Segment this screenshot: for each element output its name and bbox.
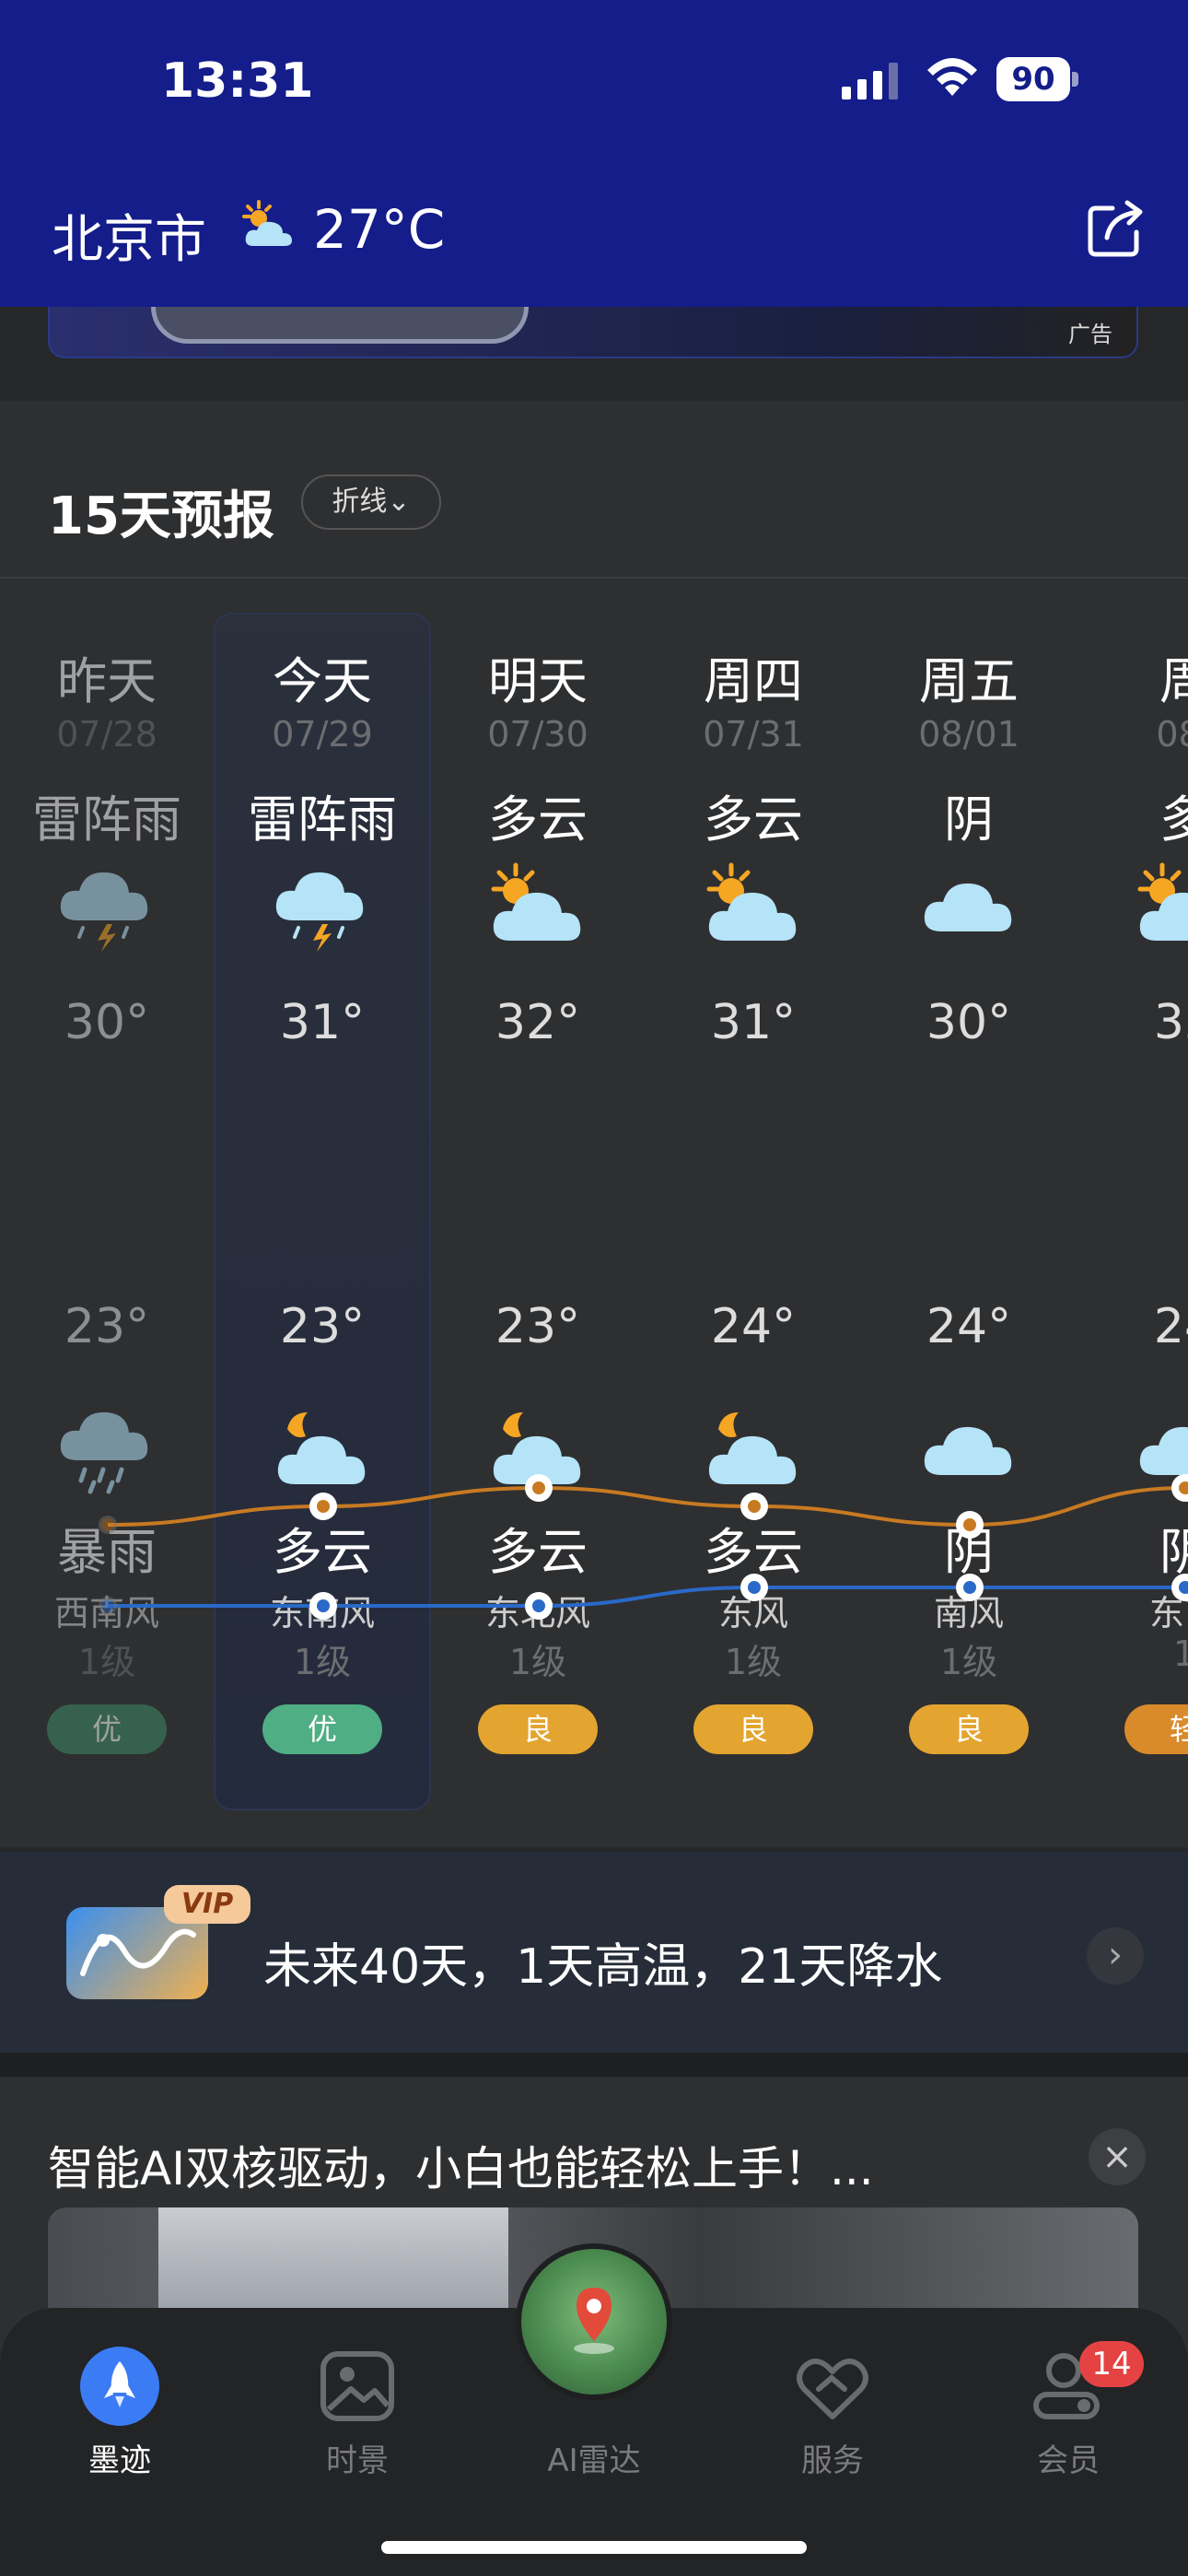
air-quality-badge: 优 [47, 1704, 167, 1754]
high-temperature: 30° [926, 995, 1012, 1050]
tab-moji[interactable]: 墨迹 [28, 2345, 212, 2480]
day-condition: 阴 [944, 790, 994, 849]
air-quality-badge: 良 [693, 1704, 813, 1754]
thunderstorm-icon [275, 872, 364, 952]
partly-cloudy-icon [491, 862, 581, 941]
low-temp-line [108, 1586, 1185, 1608]
ad-banner-strip[interactable]: 广告 [48, 307, 1138, 358]
high-temperature: 30° [64, 995, 150, 1050]
chevron-right-icon[interactable]: › [1087, 1927, 1144, 1985]
partly-cloudy-icon [706, 862, 797, 941]
day-date: 08/01 [918, 714, 1019, 755]
day-date: 07/30 [487, 714, 588, 755]
air-quality-badge: 轻 [1124, 1704, 1188, 1754]
day-name: 周四 [704, 652, 803, 710]
chart-mode-dropdown[interactable]: 折线⌄ [301, 474, 441, 530]
air-quality-badge: 良 [909, 1704, 1029, 1754]
high-temperature: 31° [279, 995, 366, 1050]
city-name[interactable]: 北京市 [52, 198, 206, 273]
service-icon [797, 2359, 868, 2419]
high-temp-point [309, 1493, 337, 1520]
day-name: 周五 [919, 652, 1019, 710]
tab-label: 墨迹 [88, 2442, 151, 2479]
high-temp-point [740, 1493, 768, 1520]
temperature-chart [99, 1474, 1188, 1620]
forecast-title: 15天预报 [48, 486, 274, 546]
low-temp-point [1171, 1574, 1188, 1601]
forecast-card: 15天预报 折线⌄ 昨天07/28雷阵雨30°23°暴雨西南风1级优今天07/2… [0, 401, 1188, 1847]
high-temp-line [107, 1485, 1186, 1528]
battery-indicator: 90 [996, 57, 1079, 101]
day-date: 07/28 [56, 714, 157, 755]
high-temperature: 31° [710, 995, 797, 1050]
low-temperature: 23° [279, 1299, 366, 1354]
tab-scenery[interactable]: 时景 [265, 2345, 449, 2480]
battery-percent: 90 [1011, 61, 1055, 98]
day-name: 明天 [488, 652, 588, 710]
ad-strip-image [151, 307, 529, 344]
high-temp-point [99, 1516, 117, 1534]
ad-label: 广告 [1068, 322, 1112, 347]
high-temp-point [525, 1474, 553, 1502]
day-condition: 雷阵雨 [32, 790, 181, 849]
vip-badge: VIP [164, 1885, 250, 1924]
day-condition: 雷阵雨 [248, 790, 397, 849]
low-temp-point [956, 1574, 984, 1601]
tab-label: 时景 [326, 2442, 389, 2479]
low-temp-point [525, 1592, 553, 1620]
status-time: 13:31 [161, 53, 314, 109]
photo-icon [320, 2351, 394, 2421]
low-temp-point [740, 1574, 768, 1601]
day-condition: 多 [1159, 790, 1188, 849]
day-condition: 多云 [704, 790, 803, 849]
high-temperature: 32 [1153, 995, 1188, 1050]
rocket-icon [80, 2347, 159, 2426]
section-gap [0, 2053, 1188, 2077]
low-temperature: 24 [1153, 1299, 1188, 1354]
bottom-tab-bar: 墨迹 时景 AI雷达 服务 会员 14 [0, 2243, 1188, 2576]
low-temperature: 24° [926, 1299, 1012, 1354]
tab-label: AI雷达 [547, 2442, 641, 2479]
day-condition: 多云 [488, 790, 588, 849]
low-temperature: 23° [495, 1299, 581, 1354]
day-name: 今天 [273, 652, 372, 710]
overcast-icon [924, 883, 1012, 931]
divider [0, 577, 1188, 579]
tab-label: 服务 [801, 2442, 864, 2479]
air-quality-badge: 良 [478, 1704, 598, 1754]
top-bar: 13:31 90 北京市 27°C [0, 0, 1188, 307]
ad-title: 智能AI双核驱动，小白也能轻松上手！... [48, 2142, 874, 2195]
home-indicator[interactable] [381, 2541, 807, 2554]
day-date: 08/ [1156, 714, 1188, 755]
ai-radar-button[interactable] [516, 2243, 672, 2400]
partly-cloudy-icon [242, 200, 292, 246]
member-notification-badge: 14 [1079, 2341, 1144, 2387]
day-name: 周 [1159, 652, 1188, 710]
close-icon[interactable]: × [1089, 2128, 1146, 2185]
high-temp-point [1171, 1474, 1188, 1502]
air-quality-badge: 优 [262, 1704, 382, 1754]
low-temp-point [309, 1592, 337, 1620]
day-date: 07/31 [703, 714, 804, 755]
vip-banner-text: 未来40天，1天高温，21天降水 [263, 1939, 943, 1995]
day-name: 昨天 [57, 652, 157, 710]
cellular-signal-icon [842, 63, 898, 100]
high-temp-point [956, 1511, 984, 1539]
low-temperature: 23° [64, 1299, 150, 1354]
day-date: 07/29 [272, 714, 373, 755]
current-temperature: 27°C [313, 198, 446, 261]
vip-forecast-banner[interactable]: VIP 未来40天，1天高温，21天降水 › [0, 1852, 1188, 2053]
high-temperature: 32° [495, 995, 581, 1050]
partly-cloudy-icon [1137, 862, 1188, 941]
low-temperature: 24° [710, 1299, 797, 1354]
share-icon[interactable] [1085, 195, 1149, 260]
tab-services[interactable]: 服务 [740, 2345, 925, 2480]
wifi-icon [927, 58, 977, 96]
low-temp-point [99, 1597, 117, 1615]
tab-label: 会员 [1037, 2442, 1100, 2479]
thunderstorm-icon [60, 872, 148, 952]
